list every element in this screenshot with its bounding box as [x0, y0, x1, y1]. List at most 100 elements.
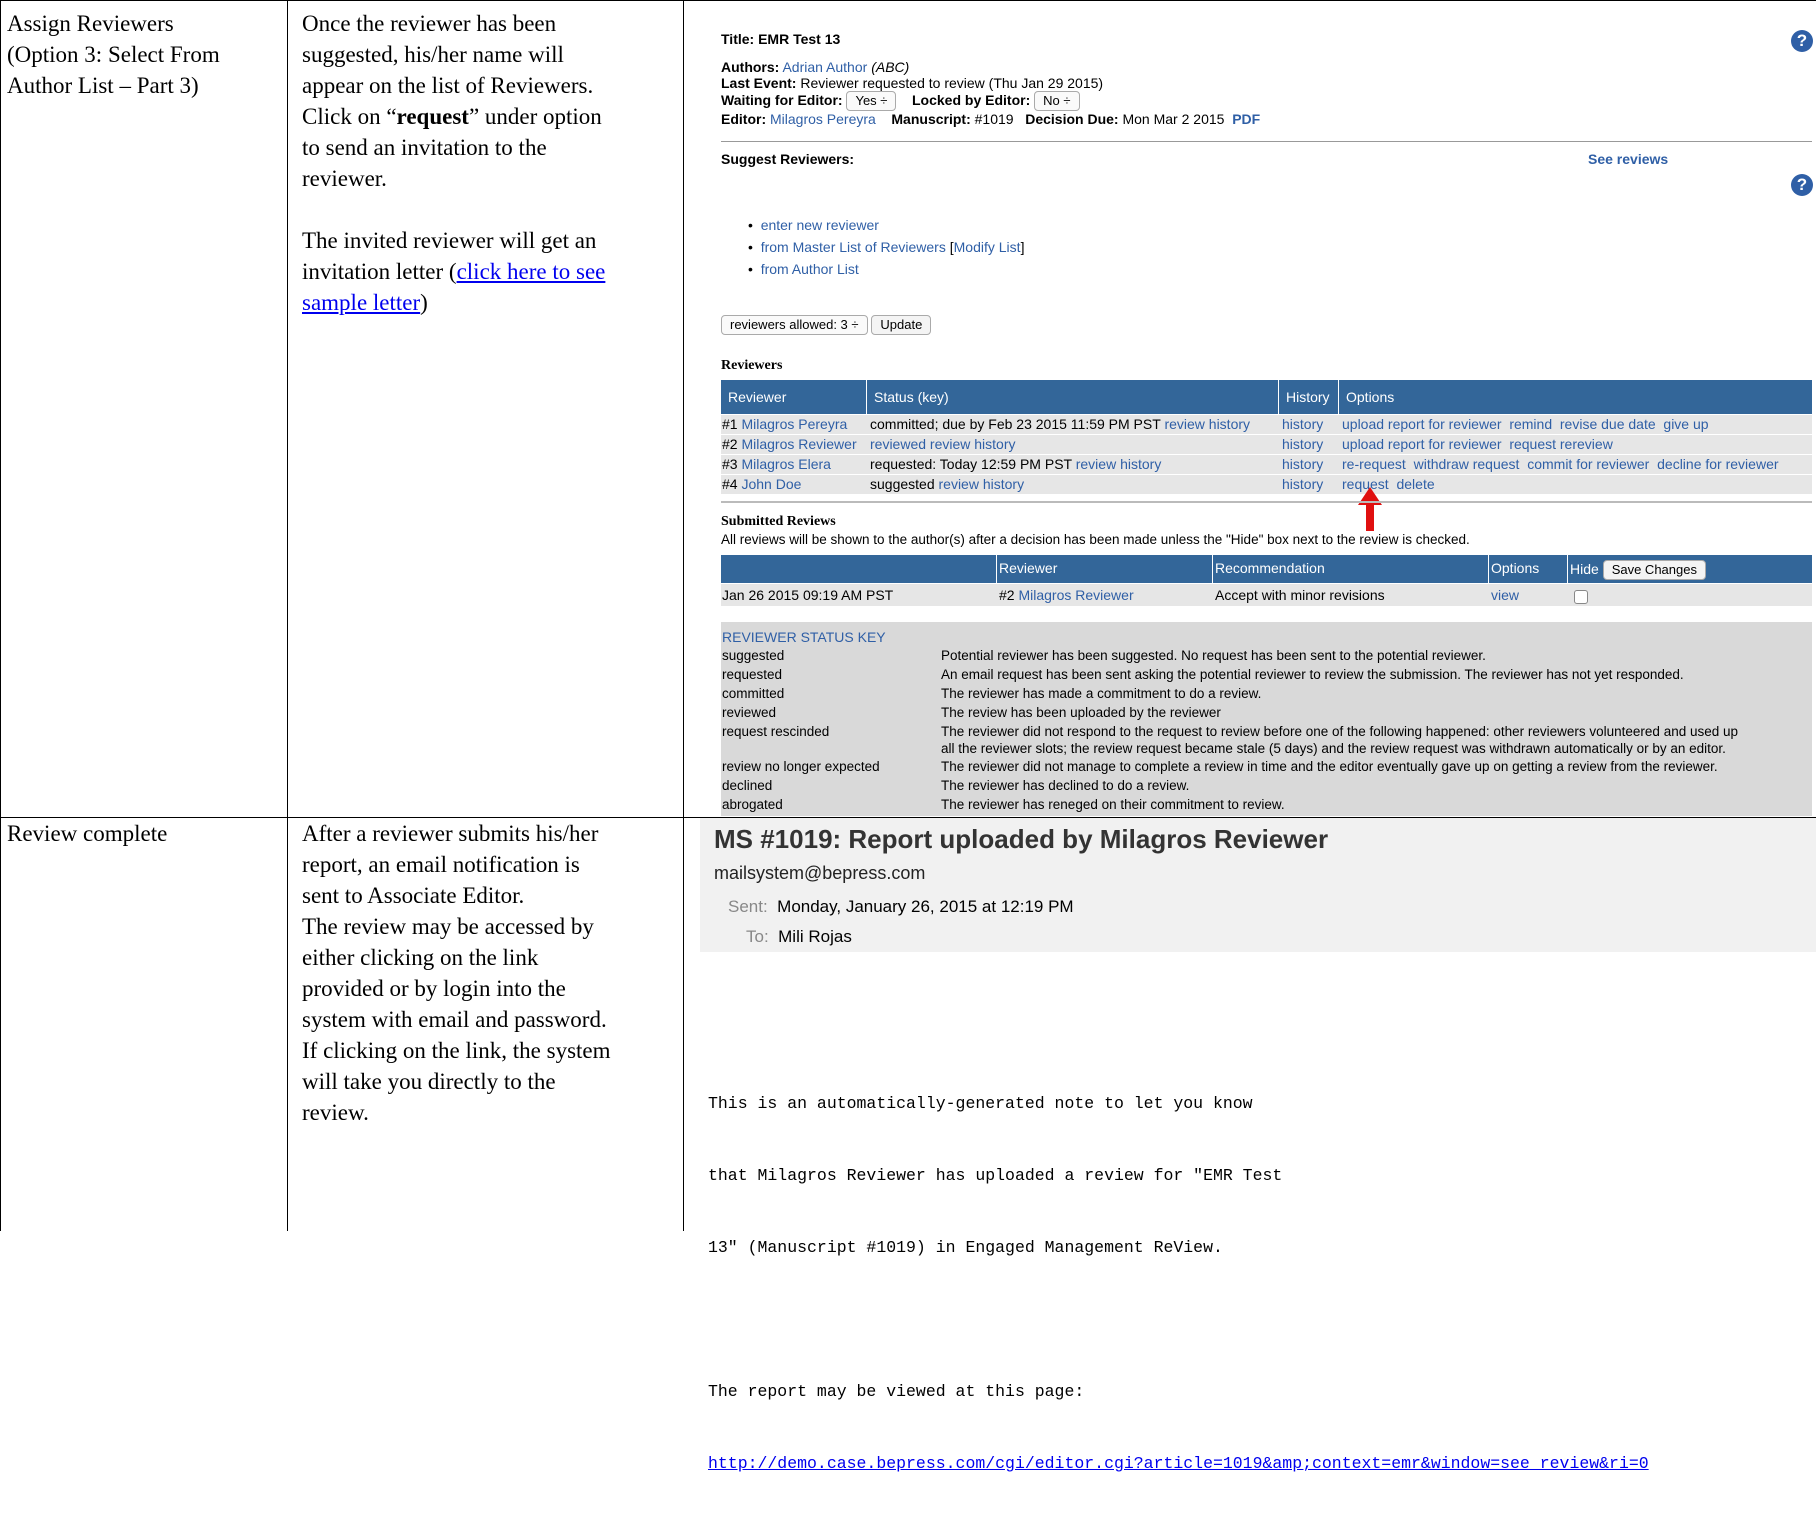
author-list-link[interactable]: from Author List: [761, 261, 859, 277]
pdf-link[interactable]: PDF: [1232, 111, 1260, 127]
option-link[interactable]: remind: [1509, 416, 1552, 432]
delete-link[interactable]: delete: [1396, 476, 1434, 492]
last-event-label: Last Event:: [721, 75, 797, 91]
author-link[interactable]: Adrian Author: [782, 59, 867, 75]
row1-title-line: Author List – Part 3): [7, 73, 199, 98]
waiting-select[interactable]: Yes ÷: [846, 91, 897, 111]
history-link[interactable]: history: [1281, 475, 1323, 494]
review-history-link[interactable]: reviewed review history: [870, 436, 1016, 452]
review-date: Jan 26 2015 09:19 AM PST: [722, 587, 894, 603]
reviewers-heading: Reviewers: [721, 358, 783, 373]
waiting-locked-line: Waiting for Editor: Yes ÷ Locked by Edit…: [721, 91, 1080, 111]
history-link[interactable]: history: [1281, 435, 1323, 454]
status-term: reviewed: [722, 705, 777, 720]
reviewer-cell: #3 Milagros Elera: [721, 455, 831, 474]
row1-desc-line: Once the reviewer has been: [302, 11, 557, 36]
option-link[interactable]: upload report for reviewer: [1342, 436, 1502, 452]
header-hide: Hide: [1570, 561, 1599, 577]
email-body-line: that Milagros Reviewer has uploaded a re…: [708, 1166, 1283, 1185]
option-link[interactable]: decline for reviewer: [1657, 456, 1778, 472]
row2-desc-line: provided or by login into the: [302, 976, 566, 1001]
status-desc: An email request has been sent asking th…: [941, 667, 1684, 682]
header-status: Status (key): [867, 380, 1279, 414]
editor-link[interactable]: Milagros Pereyra: [770, 111, 876, 127]
status-desc: The reviewer did not manage to complete …: [941, 759, 1718, 774]
modify-list-link[interactable]: Modify List: [954, 239, 1021, 255]
waiting-label: Waiting for Editor:: [721, 92, 843, 108]
reviewer-name-link[interactable]: Milagros Reviewer: [1018, 587, 1133, 603]
row2-desc-line: sent to Associate Editor.: [302, 883, 525, 908]
enter-new-reviewer-link[interactable]: enter new reviewer: [761, 217, 879, 233]
decision-label: Decision Due:: [1025, 111, 1119, 127]
hide-checkbox[interactable]: [1574, 590, 1588, 604]
option-link[interactable]: request rereview: [1509, 436, 1613, 452]
options-cell: re-request withdraw request commit for r…: [1341, 455, 1779, 474]
row1-description: Once the reviewer has been suggested, hi…: [302, 8, 682, 318]
table-row: Jan 26 2015 09:19 AM PST #2 Milagros Rev…: [721, 584, 1812, 606]
option-link[interactable]: upload report for reviewer: [1342, 416, 1502, 432]
title-value: EMR Test 13: [758, 31, 841, 47]
reviewer-num: #2: [722, 436, 738, 452]
table-col-divider-2: [683, 0, 684, 1231]
authors-label: Authors:: [721, 59, 780, 75]
history-link[interactable]: history: [1281, 415, 1323, 434]
update-button[interactable]: Update: [871, 315, 932, 335]
reviewer-name-link[interactable]: Milagros Elera: [741, 456, 830, 472]
reviewers-allowed-select[interactable]: reviewers allowed: 3 ÷: [721, 315, 868, 335]
master-list-link[interactable]: from Master List of Reviewers: [761, 239, 946, 255]
header-reviewer: Reviewer: [721, 380, 867, 414]
editor-panel-screenshot: Title: EMR Test 13 ? Authors: Adrian Aut…: [700, 8, 1816, 816]
view-link[interactable]: view: [1490, 584, 1519, 606]
row1-desc-line: reviewer.: [302, 166, 387, 191]
row2-desc-line: review.: [302, 1100, 369, 1125]
option-link[interactable]: give up: [1663, 416, 1708, 432]
locked-select[interactable]: No ÷: [1034, 91, 1080, 111]
option-link[interactable]: withdraw request: [1414, 456, 1520, 472]
status-term: abrogated: [722, 797, 783, 812]
option-link[interactable]: re-request: [1342, 456, 1406, 472]
email-sent-row: Sent: Monday, January 26, 2015 at 12:19 …: [728, 895, 1074, 919]
manuscript-label: Manuscript:: [891, 111, 971, 127]
reviewer-name-link[interactable]: Milagros Reviewer: [741, 436, 856, 452]
header-reviewer: Reviewer: [997, 555, 1213, 583]
editor-line: Editor: Milagros Pereyra Manuscript: #10…: [721, 110, 1260, 128]
status-text: suggested: [870, 476, 935, 492]
help-icon[interactable]: ?: [1791, 174, 1813, 196]
last-event-line: Last Event: Reviewer requested to review…: [721, 74, 1103, 92]
option-link[interactable]: revise due date: [1560, 416, 1656, 432]
options-cell: upload report for reviewer request rerev…: [1341, 435, 1613, 454]
see-reviews-link[interactable]: See reviews: [1588, 150, 1668, 168]
row2-desc-line: either clicking on the link: [302, 945, 539, 970]
table-row: #2 Milagros Reviewer reviewed review his…: [721, 435, 1812, 454]
reviewers-table-header: Reviewer Status (key) History Options: [721, 380, 1812, 414]
sample-letter-link[interactable]: sample letter: [302, 290, 420, 315]
divider: [721, 501, 1812, 503]
row2-desc-line: system with email and password.: [302, 1007, 607, 1032]
table-col-divider-1: [287, 0, 288, 1231]
decision-value: Mon Mar 2 2015: [1122, 111, 1225, 127]
reviewer-name-link[interactable]: Milagros Pereyra: [741, 416, 847, 432]
header-options: Options: [1489, 555, 1568, 583]
report-url-link[interactable]: http://demo.case.bepress.com/cgi/editor.…: [708, 1452, 1649, 1476]
table-border-top: [0, 0, 1816, 1]
row1-title: Assign Reviewers (Option 3: Select From …: [7, 8, 220, 101]
review-history-link[interactable]: review history: [939, 476, 1025, 492]
reviewer-num: #3: [722, 456, 738, 472]
save-changes-button[interactable]: Save Changes: [1602, 560, 1706, 580]
suggest-reviewers-heading: Suggest Reviewers:: [721, 151, 855, 167]
row2-title: Review complete: [7, 821, 168, 846]
email-header: MS #1019: Report uploaded by Milagros Re…: [700, 818, 1816, 952]
reviewer-name-link[interactable]: John Doe: [741, 476, 801, 492]
reviewers-allowed-row: reviewers allowed: 3 ÷ Update: [721, 315, 932, 335]
review-history-link[interactable]: review history: [1164, 416, 1250, 432]
submitted-reviews-note: All reviews will be shown to the author(…: [721, 532, 1470, 547]
review-history-link[interactable]: review history: [1076, 456, 1162, 472]
help-icon[interactable]: ?: [1791, 30, 1813, 52]
status-cell: suggested review history: [869, 475, 1024, 494]
email-body: This is an automatically-generated note …: [708, 1044, 1649, 1524]
history-link[interactable]: history: [1281, 455, 1323, 474]
desc-text: invitation letter (: [302, 259, 457, 284]
sample-letter-link[interactable]: click here to see: [457, 259, 606, 284]
option-link[interactable]: commit for reviewer: [1527, 456, 1649, 472]
